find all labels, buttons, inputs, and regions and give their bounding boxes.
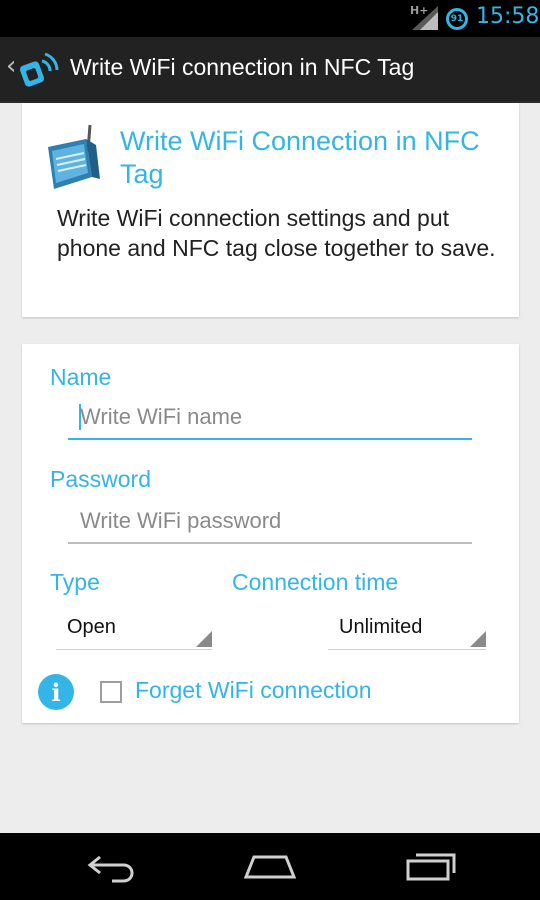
action-bar-title: Write WiFi connection in NFC Tag <box>70 54 415 80</box>
notification-badge: 91 <box>446 8 468 30</box>
wifi-form: Name Write WiFi name Password Write WiFi… <box>22 344 519 723</box>
dropdown-arrow-icon <box>196 631 212 647</box>
status-bar: H+ 91 15:58 <box>0 0 540 37</box>
dropdown-arrow-icon <box>470 631 486 647</box>
wifi-password-placeholder: Write WiFi password <box>80 508 282 533</box>
home-icon[interactable] <box>230 843 310 891</box>
info-card: Write WiFi Connection in NFC Tag Write W… <box>22 103 519 317</box>
signal-icon <box>412 6 438 30</box>
connection-time-dropdown[interactable]: Unlimited <box>328 608 486 650</box>
type-value: Open <box>67 616 116 638</box>
card-description: Write WiFi connection settings and put p… <box>57 205 496 261</box>
forget-wifi-checkbox[interactable] <box>100 681 122 703</box>
action-bar: ‹ Write WiFi connection in NFC Tag <box>0 37 540 103</box>
connection-time-value: Unlimited <box>339 616 423 638</box>
type-dropdown[interactable]: Open <box>56 608 212 650</box>
nfc-app-icon[interactable] <box>18 49 60 91</box>
name-label: Name <box>50 364 112 390</box>
card-title: Write WiFi Connection in NFC Tag <box>120 126 480 189</box>
wifi-name-input[interactable]: Write WiFi name <box>68 396 472 440</box>
recent-apps-icon[interactable] <box>390 843 470 891</box>
type-label: Type <box>50 569 100 595</box>
wifi-password-input[interactable]: Write WiFi password <box>68 500 472 544</box>
wifi-router-icon <box>48 124 100 189</box>
clock: 15:58 <box>476 4 540 29</box>
password-label: Password <box>50 466 151 492</box>
navigation-bar <box>0 833 540 900</box>
info-icon[interactable]: i <box>38 674 74 710</box>
back-icon[interactable] <box>72 843 152 891</box>
forget-wifi-label[interactable]: Forget WiFi connection <box>135 677 371 704</box>
wifi-name-placeholder: Write WiFi name <box>80 404 243 429</box>
connection-time-label: Connection time <box>232 569 399 595</box>
chevron-left-icon[interactable]: ‹ <box>6 51 16 81</box>
